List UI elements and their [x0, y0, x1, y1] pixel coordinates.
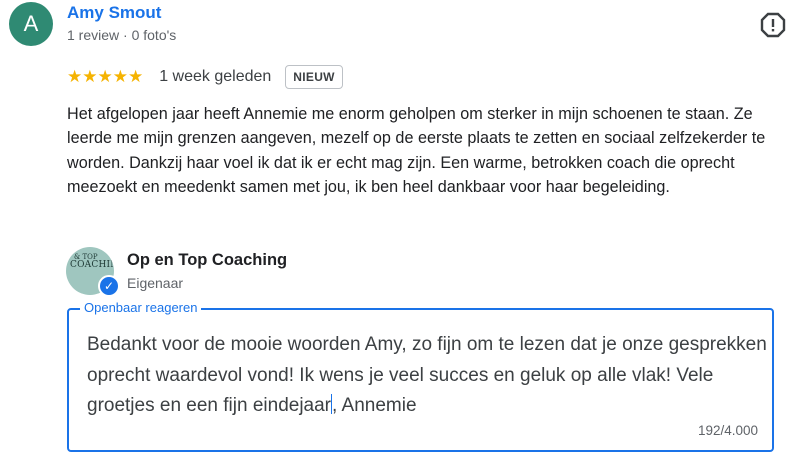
review-text: Het afgelopen jaar heeft Annemie me enor… [67, 105, 766, 197]
rating-row: ★★★★★ 1 week geleden NIEUW [67, 63, 343, 91]
character-counter: 192/4.000 [697, 423, 758, 438]
logo-text-main: COACHING [70, 260, 114, 270]
reply-text[interactable]: Bedankt voor de mooie woorden Amy, zo fi… [87, 330, 767, 422]
reply-text-before-caret: Bedankt voor de mooie woorden Amy, zo fi… [87, 334, 767, 416]
reviewer-meta: 1 review · 0 foto's [67, 27, 177, 43]
owner-role: Eigenaar [127, 275, 184, 291]
verified-check-icon: ✓ [98, 275, 120, 297]
review-date: 1 week geleden [159, 68, 272, 85]
review-card: A Amy Smout 1 review · 0 foto's ★★★★★ 1 … [0, 0, 802, 462]
report-flag-icon[interactable] [760, 12, 786, 38]
reviewer-name-link[interactable]: Amy Smout [67, 3, 161, 23]
reply-field-label: Openbaar reageren [80, 300, 202, 315]
star-rating: ★★★★★ [67, 67, 144, 86]
reply-text-after-caret: , Annemie [332, 395, 417, 416]
reviewer-avatar[interactable]: A [9, 2, 53, 46]
new-badge: NIEUW [285, 65, 343, 89]
owner-name: Op en Top Coaching [127, 251, 288, 269]
